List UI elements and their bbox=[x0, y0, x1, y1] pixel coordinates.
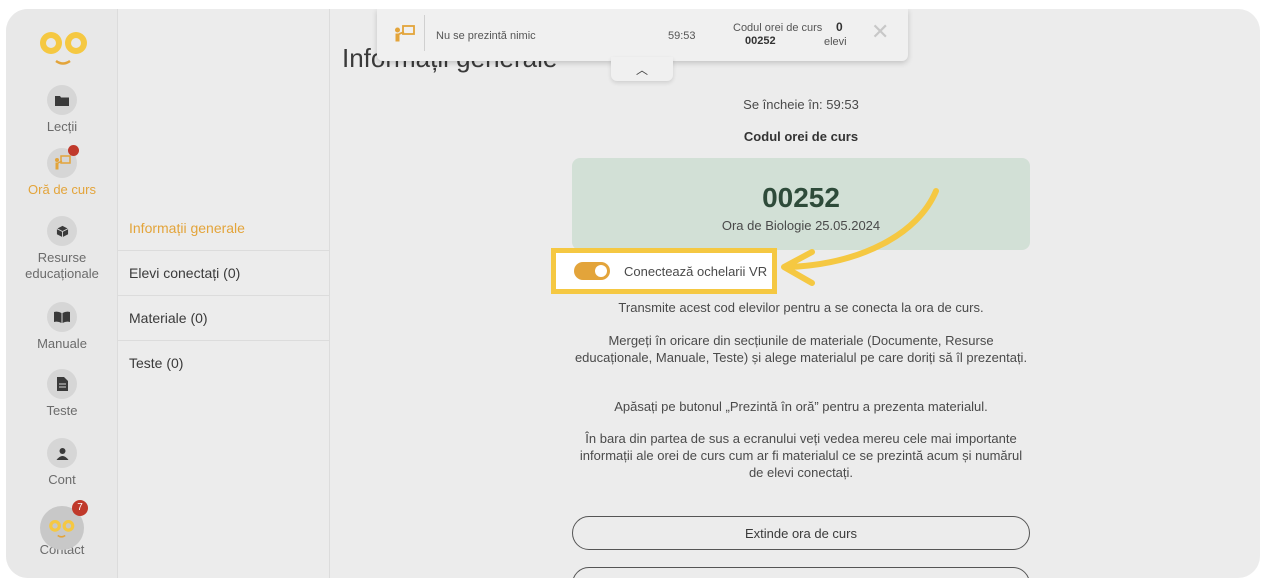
lesson-code-card: 00252 Ora de Biologie 25.05.2024 bbox=[572, 158, 1030, 250]
rail-item-resources[interactable]: Resurse educaționale bbox=[6, 216, 118, 282]
vr-toggle-label: Conectează ochelarii VR bbox=[624, 263, 768, 279]
close-icon[interactable]: ✕ bbox=[871, 19, 889, 45]
rail-item-account[interactable]: Cont bbox=[6, 438, 118, 488]
rail-item-label: Manuale bbox=[37, 336, 87, 351]
remaining-time: 59:53 bbox=[668, 30, 696, 42]
notification-dot bbox=[68, 145, 79, 156]
rail-item-label: Resurse educaționale bbox=[25, 250, 99, 281]
code-label: Codul orei de curs bbox=[733, 22, 823, 34]
app-window: Lecții Oră de curs Resurse educaționale … bbox=[6, 9, 1260, 578]
extend-lesson-button[interactable]: Extinde ora de curs bbox=[572, 516, 1030, 550]
instruction-materials: Mergeți în oricare din secțiunile de mat… bbox=[574, 333, 1028, 365]
logo-chat-icon: 7 bbox=[40, 500, 88, 550]
rail-item-label: Lecții bbox=[46, 119, 78, 134]
divider bbox=[424, 15, 425, 51]
rail-item-lesson-hour[interactable]: Oră de curs bbox=[6, 145, 118, 198]
rail-item-label: Teste bbox=[46, 403, 78, 418]
rail-item-label: Oră de curs bbox=[28, 182, 96, 197]
document-icon bbox=[47, 369, 77, 399]
app-logo bbox=[40, 32, 87, 65]
rail-item-label: Cont bbox=[48, 472, 76, 487]
lesson-name: Ora de Biologie 25.05.2024 bbox=[721, 218, 881, 233]
toggle-knob bbox=[595, 265, 607, 277]
folder-icon bbox=[47, 85, 77, 115]
secondary-action-button[interactable] bbox=[572, 567, 1030, 578]
collapse-bar-button[interactable]: ︿ bbox=[611, 57, 673, 81]
book-icon bbox=[47, 302, 77, 332]
vr-toggle-switch[interactable] bbox=[574, 262, 610, 280]
section-nav-tests[interactable]: Teste (0) bbox=[118, 341, 330, 386]
vr-toggle-row: Conectează ochelarii VR bbox=[551, 248, 777, 294]
rail-item-contact[interactable]: 7 Contact bbox=[6, 500, 118, 558]
chevron-up-icon: ︿ bbox=[635, 62, 648, 77]
instruction-present: Apăsați pe butonul „Prezintă în oră” pen… bbox=[614, 399, 988, 414]
presenter-icon bbox=[395, 25, 415, 42]
section-nav-general-info[interactable]: Informații generale bbox=[118, 206, 330, 251]
presenting-status: Nu se prezintă nimic bbox=[436, 30, 536, 42]
section-nav-connected-students[interactable]: Elevi conectați (0) bbox=[118, 251, 330, 296]
lesson-code: 00252 bbox=[762, 182, 840, 213]
instruction-code: Transmite acest cod elevilor pentru a se… bbox=[618, 300, 984, 315]
section-nav-materials[interactable]: Materiale (0) bbox=[118, 296, 330, 341]
rail-item-textbooks[interactable]: Manuale bbox=[6, 302, 118, 352]
main-sidebar: Lecții Oră de curs Resurse educaționale … bbox=[6, 9, 118, 578]
student-count: 0 bbox=[836, 20, 843, 34]
code-heading: Codul orei de curs bbox=[743, 129, 859, 144]
lesson-status-bar: Nu se prezintă nimic 59:53 Codul orei de… bbox=[377, 9, 908, 61]
section-nav: Informații generale Elevi conectați (0) … bbox=[118, 9, 330, 578]
presenter-icon bbox=[47, 145, 79, 178]
main-content: Informații generale Se încheie în: 59:53… bbox=[330, 9, 1260, 578]
notification-badge: 7 bbox=[72, 500, 88, 516]
rail-item-lessons[interactable]: Lecții bbox=[6, 85, 118, 135]
lesson-code-small: 00252 bbox=[745, 35, 776, 47]
rail-item-tests[interactable]: Teste bbox=[6, 369, 118, 419]
instruction-topbar: În bara din partea de sus a ecranului ve… bbox=[579, 431, 1023, 480]
ends-in-text: Se încheie în: 59:53 bbox=[743, 97, 859, 112]
cube-icon bbox=[47, 216, 77, 246]
students-label: elevi bbox=[824, 36, 847, 48]
user-icon bbox=[47, 438, 77, 468]
